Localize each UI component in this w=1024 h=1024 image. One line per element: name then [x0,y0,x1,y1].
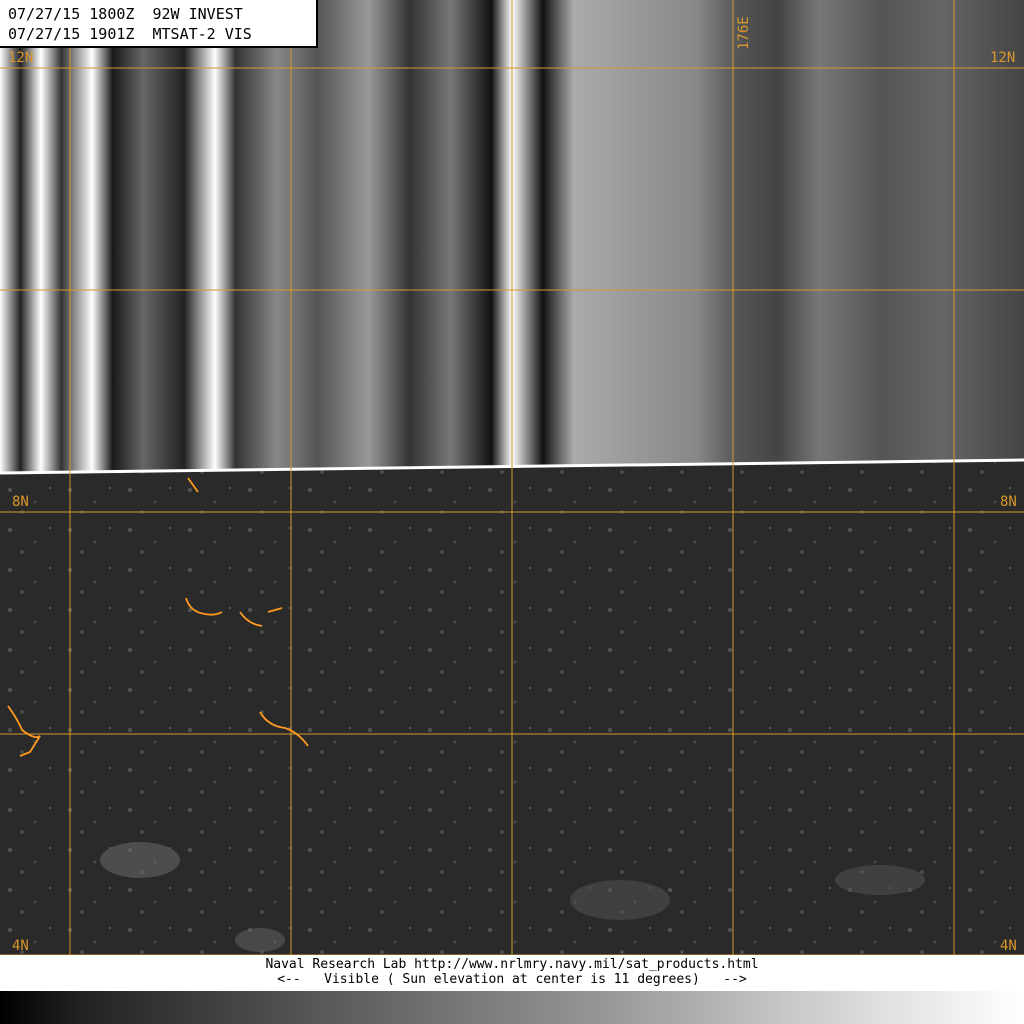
lat-label-12n-left: 12N [8,50,34,66]
satellite-map [0,0,1024,955]
header-line-2: 07/27/15 1901Z MTSAT-2 VIS [8,25,252,43]
lat-label-4n-left: 4N [12,938,29,954]
lat-label-12n-right: 12N [990,50,1016,66]
footer-credit: Naval Research Lab http://www.nrlmry.nav… [265,957,759,972]
grayscale-colorbar [0,991,1024,1024]
footer: Naval Research Lab http://www.nrlmry.nav… [0,955,1024,991]
header-box: 07/27/15 1800Z 92W INVEST 07/27/15 1901Z… [0,0,318,48]
header-line-1: 07/27/15 1800Z 92W INVEST [8,5,243,23]
footer-channel: <-- Visible ( Sun elevation at center is… [277,972,747,987]
lat-label-8n-right: 8N [1000,494,1017,510]
lat-label-8n-left: 8N [12,494,29,510]
lat-label-4n-right: 4N [1000,938,1017,954]
lon-label-176e: 176E [736,16,752,50]
